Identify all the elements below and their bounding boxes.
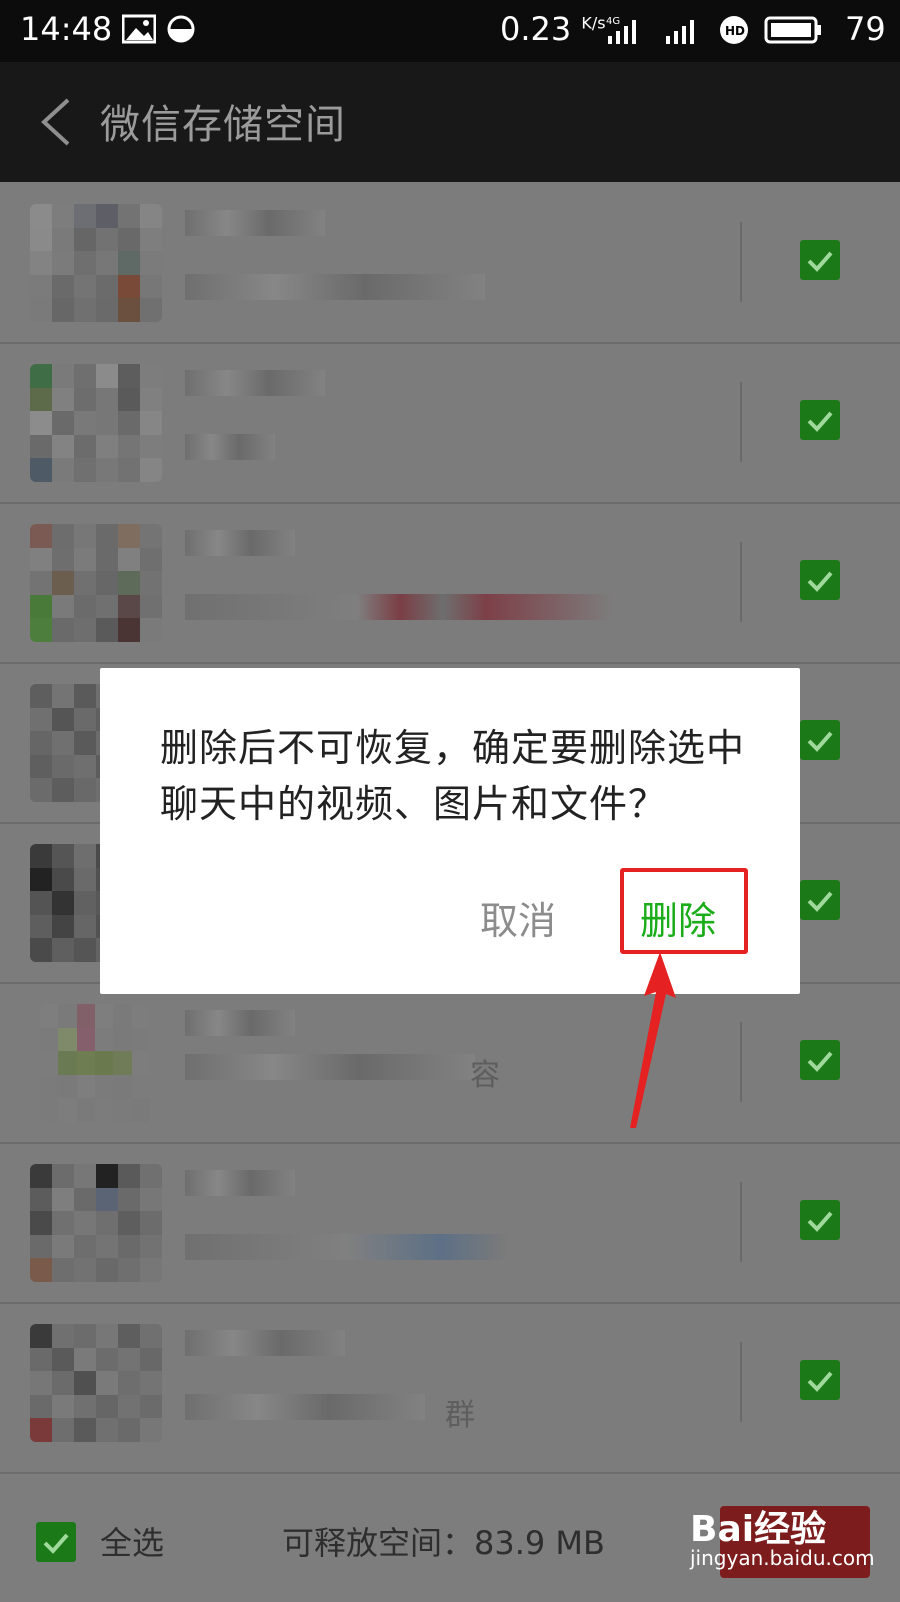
- svg-text:HD: HD: [725, 24, 745, 38]
- chat-desc-partial: 容: [470, 1058, 500, 1093]
- baidu-watermark: Bai经验 jingyan.baidu.com: [690, 1500, 875, 1580]
- row-checkbox[interactable]: [800, 240, 840, 280]
- chat-avatar: [40, 1004, 150, 1122]
- checkmark-icon: [807, 1211, 833, 1232]
- svg-text:4G: 4G: [606, 16, 620, 27]
- row-checkbox[interactable]: [800, 400, 840, 440]
- list-item[interactable]: [0, 502, 900, 664]
- chat-name-blurred: [185, 1010, 295, 1036]
- row-checkbox[interactable]: [800, 1040, 840, 1080]
- chat-desc-blurred: [185, 1394, 425, 1420]
- annotation-arrow-icon: [630, 952, 676, 1128]
- 4g-signal-icon: 4G: [606, 16, 636, 44]
- chat-avatar: [30, 1164, 162, 1282]
- image-icon: [122, 14, 156, 44]
- select-all-checkbox[interactable]: [36, 1522, 76, 1562]
- chat-name-blurred: [185, 210, 325, 236]
- row-divider: [740, 382, 742, 462]
- checkmark-icon: [807, 731, 833, 752]
- checkmark-icon: [807, 251, 833, 272]
- battery-level: 79: [845, 10, 886, 48]
- chat-name-blurred: [185, 1330, 345, 1356]
- chat-desc-partial: 群: [445, 1398, 475, 1433]
- row-checkbox[interactable]: [800, 560, 840, 600]
- row-divider: [740, 1342, 742, 1422]
- status-bar: 14:48 0.23 K/s 4G HD 79: [0, 0, 900, 62]
- annotation-highlight-box: [620, 868, 748, 954]
- watermark-url: jingyan.baidu.com: [690, 1546, 875, 1570]
- checkmark-icon: [807, 1371, 833, 1392]
- title-bar: 微信存储空间: [0, 62, 900, 182]
- watermark-logo: Bai经验: [690, 1509, 827, 1550]
- checkmark-icon: [807, 571, 833, 592]
- chat-desc-blurred: [185, 274, 485, 300]
- cancel-button[interactable]: 取消: [480, 890, 556, 945]
- status-time: 14:48: [20, 10, 113, 48]
- list-item[interactable]: [0, 1142, 900, 1304]
- checkmark-icon: [807, 891, 833, 912]
- list-item[interactable]: [0, 342, 900, 504]
- row-checkbox[interactable]: [800, 720, 840, 760]
- chat-name-blurred: [185, 1170, 295, 1196]
- chat-avatar: [30, 204, 162, 322]
- signal-icon: [666, 20, 694, 44]
- page-title: 微信存储空间: [100, 102, 346, 148]
- select-all-label[interactable]: 全选: [100, 1518, 164, 1564]
- checkmark-icon: [43, 1533, 69, 1554]
- row-divider: [740, 1022, 742, 1102]
- chat-desc-blurred: [185, 1234, 505, 1260]
- sync-icon: [167, 15, 195, 43]
- row-divider: [740, 1182, 742, 1262]
- row-checkbox[interactable]: [800, 880, 840, 920]
- chevron-left-icon[interactable]: [28, 92, 88, 152]
- list-item[interactable]: 容: [0, 982, 900, 1144]
- chat-desc-blurred: [185, 594, 615, 620]
- chat-name-blurred: [185, 530, 295, 556]
- dialog-message: 删除后不可恢复，确定要删除选中聊天中的视频、图片和文件？: [160, 726, 746, 826]
- free-space-label: 可释放空间：83.9 MB: [282, 1524, 605, 1562]
- chat-name-blurred: [185, 370, 325, 396]
- chat-avatar: [30, 364, 162, 482]
- network-speed: 0.23: [500, 10, 572, 48]
- row-divider: [740, 222, 742, 302]
- network-speed-unit: K/s: [581, 13, 606, 33]
- chat-desc-blurred: [185, 1054, 475, 1080]
- battery-icon: [764, 16, 821, 44]
- row-checkbox[interactable]: [800, 1200, 840, 1240]
- list-item[interactable]: [0, 182, 900, 344]
- chat-avatar: [30, 1324, 162, 1442]
- checkmark-icon: [807, 411, 833, 432]
- checkmark-icon: [807, 1051, 833, 1072]
- list-item[interactable]: 群: [0, 1302, 900, 1462]
- row-divider: [740, 542, 742, 622]
- chat-desc-blurred: [185, 434, 275, 460]
- hd-icon: HD: [720, 16, 748, 44]
- chat-avatar: [30, 524, 162, 642]
- row-checkbox[interactable]: [800, 1360, 840, 1400]
